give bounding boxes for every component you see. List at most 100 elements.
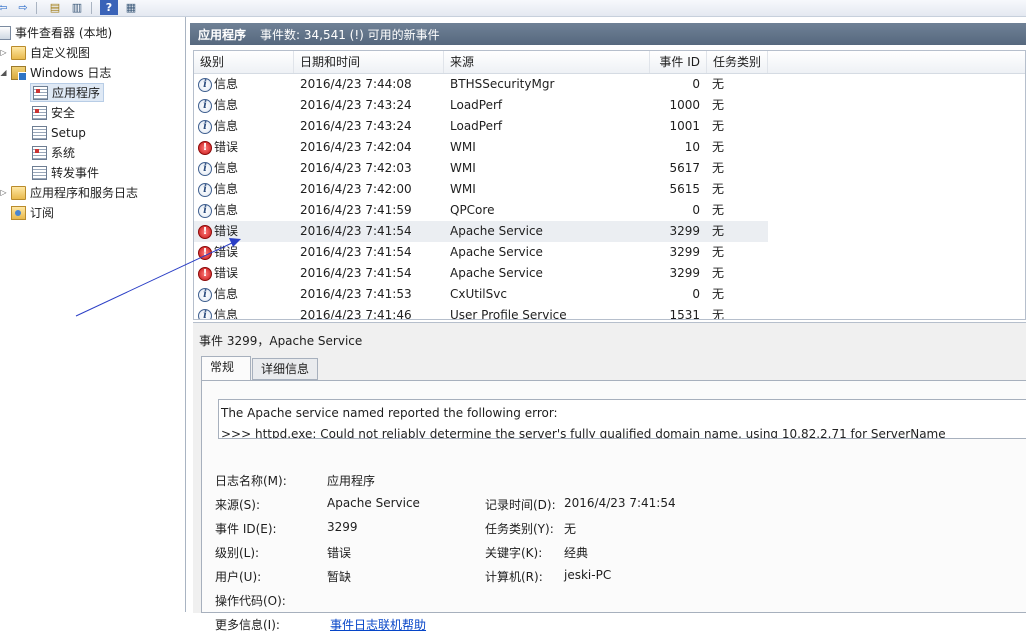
event-description[interactable]: The Apache service named reported the fo… (218, 399, 1026, 439)
level-label: 级别(L): (215, 546, 260, 560)
event-datetime-cell: 2016/4/23 7:41:53 (300, 287, 412, 301)
forward-arrow-icon[interactable]: ⇨ (14, 0, 32, 15)
event-row[interactable]: i 信息 2016/4/23 7:43:24 LoadPerf 1001 无 (194, 116, 768, 137)
tree-item-subscriptions[interactable]: 订阅 (11, 203, 57, 222)
setup-log-icon (32, 125, 47, 140)
event-source-cell: WMI (450, 182, 476, 196)
event-level-text: 错误 (214, 224, 239, 238)
event-id-label: 事件 ID(E): (215, 522, 277, 536)
event-viewer-icon (0, 25, 11, 40)
event-task-cell: 无 (712, 140, 725, 154)
user-value: 暂缺 (327, 570, 352, 584)
description-line: >>> httpd.exe: Could not reliably determ… (221, 427, 946, 439)
main-pane: 应用程序 事件数: 34,541 (!) 可用的新事件 级别 日期和时间 来源 … (190, 17, 1026, 632)
column-header-source[interactable]: 来源 (444, 51, 650, 73)
event-id-cell: 5617 (669, 161, 700, 175)
event-row[interactable]: ! 错误 2016/4/23 7:41:54 Apache Service 3299 无 (194, 263, 768, 284)
event-task-cell: 无 (712, 287, 725, 301)
event-datetime-cell: 2016/4/23 7:42:00 (300, 182, 412, 196)
expand-arrow-icon[interactable]: ▷ (0, 188, 8, 197)
detail-title: 事件 3299，Apache Service (199, 334, 363, 348)
computer-value: jeski-PC (564, 568, 612, 582)
event-datetime-cell: 2016/4/23 7:43:24 (300, 98, 412, 112)
event-level-cell: ! 错误 (198, 137, 238, 158)
event-datetime-cell: 2016/4/23 7:44:08 (300, 77, 412, 91)
toolbar: ⇦ ⇨ ▤ ▥ ? ▦ (0, 0, 1026, 17)
tree-item-event-viewer-root[interactable]: 事件查看器 (本地) (0, 23, 115, 42)
tree-item-forwarded-events[interactable]: 转发事件 (32, 163, 102, 182)
tab-general[interactable]: 常规 (201, 356, 251, 380)
log-title-bar: 应用程序 事件数: 34,541 (!) 可用的新事件 (190, 23, 1026, 45)
column-header-level[interactable]: 级别 (194, 51, 294, 73)
event-row[interactable]: i 信息 2016/4/23 7:42:03 WMI 5617 无 (194, 158, 768, 179)
expand-arrow-icon[interactable]: ▷ (0, 48, 8, 57)
event-level-cell: i 信息 (198, 74, 238, 95)
properties-icon[interactable]: ▥ (68, 0, 86, 15)
event-level-cell: i 信息 (198, 179, 238, 200)
open-log-icon[interactable]: ▤ (46, 0, 64, 15)
task-category-value: 无 (564, 522, 577, 536)
event-level-text: 信息 (214, 161, 239, 175)
tree-item-security[interactable]: 安全 (32, 103, 78, 122)
task-category-label: 任务类别(Y): (485, 522, 554, 536)
info-icon: i (198, 287, 212, 302)
events-header: 级别 日期和时间 来源 事件 ID 任务类别 (194, 51, 1025, 74)
event-datetime-cell: 2016/4/23 7:41:54 (300, 245, 412, 259)
more-info-label: 更多信息(I): (215, 618, 280, 632)
event-source-cell: Apache Service (450, 245, 543, 259)
tree-item-windows-logs[interactable]: Windows 日志 (11, 63, 114, 82)
event-task-cell: 无 (712, 119, 725, 133)
event-level-cell: i 信息 (198, 116, 238, 137)
event-task-cell: 无 (712, 245, 725, 259)
source-label: 来源(S): (215, 498, 261, 512)
event-datetime-cell: 2016/4/23 7:42:03 (300, 161, 412, 175)
event-row[interactable]: ! 错误 2016/4/23 7:41:54 Apache Service 3299 无 (194, 242, 768, 263)
tree-item-custom-views[interactable]: 自定义视图 (11, 43, 93, 62)
event-task-cell: 无 (712, 98, 725, 112)
show-pane-icon[interactable]: ▦ (122, 0, 140, 15)
event-level-cell: i 信息 (198, 284, 238, 305)
column-header-datetime[interactable]: 日期和时间 (294, 51, 444, 73)
log-name-value: 应用程序 (327, 474, 376, 488)
collapse-arrow-icon[interactable]: ◢ (0, 68, 8, 77)
event-row[interactable]: i 信息 2016/4/23 7:43:24 LoadPerf 1000 无 (194, 95, 768, 116)
back-arrow-icon[interactable]: ⇦ (0, 0, 12, 15)
tree-item-app-service-logs[interactable]: 应用程序和服务日志 (11, 183, 141, 202)
event-datetime-cell: 2016/4/23 7:42:04 (300, 140, 412, 154)
folder-icon (11, 45, 26, 60)
logged-value: 2016/4/23 7:41:54 (564, 496, 676, 510)
level-value: 错误 (327, 546, 352, 560)
event-row[interactable]: ! 错误 2016/4/23 7:41:54 Apache Service 3299 无 (194, 221, 768, 242)
event-row[interactable]: ! 错误 2016/4/23 7:42:04 WMI 10 无 (194, 137, 768, 158)
event-id-cell: 10 (684, 140, 700, 154)
description-line: The Apache service named reported the fo… (221, 406, 558, 420)
event-level-text: 信息 (214, 203, 239, 217)
event-task-cell: 无 (712, 182, 725, 196)
online-help-link[interactable]: 事件日志联机帮助 (330, 616, 426, 633)
column-header-event-id[interactable]: 事件 ID (650, 51, 707, 73)
event-row[interactable]: i 信息 2016/4/23 7:41:46 User Profile Service… (194, 305, 768, 320)
event-row[interactable]: i 信息 2016/4/23 7:41:53 CxUtilSvc 0 无 (194, 284, 768, 305)
tree-item-application[interactable]: 应用程序 (30, 83, 105, 102)
help-icon[interactable]: ? (100, 0, 118, 15)
event-level-cell: ! 错误 (198, 221, 238, 242)
event-id-cell: 3299 (669, 245, 700, 259)
tree-item-system[interactable]: 系统 (32, 143, 78, 162)
error-icon: ! (198, 266, 212, 281)
event-level-text: 信息 (214, 119, 239, 133)
error-icon: ! (198, 224, 212, 239)
event-source-cell: User Profile Service (450, 308, 567, 320)
event-row[interactable]: i 信息 2016/4/23 7:41:59 QPCore 0 无 (194, 200, 768, 221)
event-id-cell: 1531 (669, 308, 700, 320)
tree-item-setup[interactable]: Setup (32, 123, 89, 142)
application-log-icon (33, 85, 48, 100)
event-level-text: 信息 (214, 182, 239, 196)
keywords-label: 关键字(K): (485, 546, 543, 560)
tab-details[interactable]: 详细信息 (252, 358, 318, 380)
event-row[interactable]: i 信息 2016/4/23 7:42:00 WMI 5615 无 (194, 179, 768, 200)
event-row[interactable]: i 信息 2016/4/23 7:44:08 BTHSSecurityMgr 0 无 (194, 74, 768, 95)
column-header-task-category[interactable]: 任务类别 (707, 51, 768, 73)
event-id-cell: 5615 (669, 182, 700, 196)
event-datetime-cell: 2016/4/23 7:41:59 (300, 203, 412, 217)
event-level-cell: i 信息 (198, 158, 238, 179)
